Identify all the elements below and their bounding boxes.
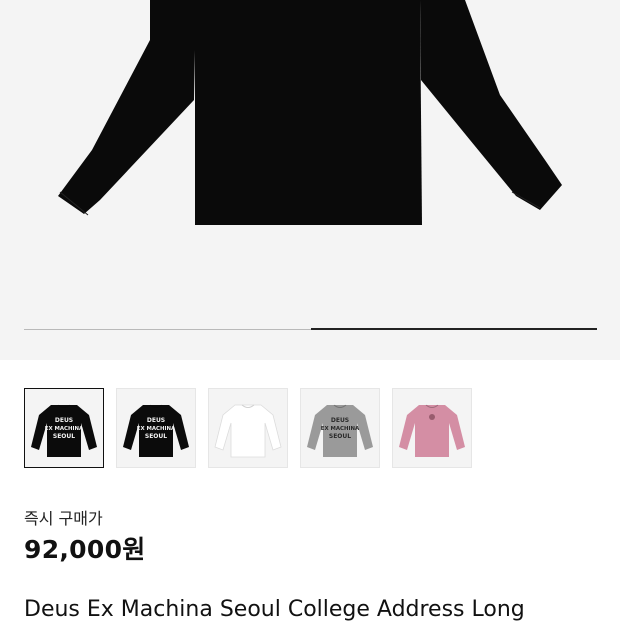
sweatshirt-body: [195, 0, 422, 225]
carousel-progress-indicator: [310, 328, 597, 330]
thumbnail-print-text: EX MACHINA: [45, 426, 84, 432]
sweatshirt-thumbnail-image: [399, 404, 465, 457]
product-title: Deus Ex Machina Seoul College Address Lo…: [24, 597, 525, 622]
thumbnail-print-text: EX MACHINA: [321, 426, 360, 432]
thumbnail-5[interactable]: [392, 388, 472, 468]
carousel-progress-track: [24, 328, 597, 330]
product-price: 92,000원: [24, 535, 146, 564]
thumbnail-print-text: SEOUL: [145, 433, 167, 440]
thumbnail-1[interactable]: DEUS EX MACHINA SEOUL: [24, 388, 104, 468]
thumbnail-4[interactable]: DEUS EX MACHINA SEOUL: [300, 388, 380, 468]
thumbnail-2[interactable]: DEUS EX MACHINA SEOUL: [116, 388, 196, 468]
sweatshirt-right-sleeve: [420, 0, 562, 210]
thumbnail-print-text: DEUS: [55, 417, 73, 424]
price-label: 즉시 구매가: [24, 509, 103, 528]
sweatshirt-thumbnail-image: DEUS EX MACHINASEOUL: [307, 404, 373, 457]
product-image-carousel[interactable]: [0, 0, 620, 360]
sweatshirt-main-image: [58, 0, 562, 225]
thumbnail-3[interactable]: [208, 388, 288, 468]
thumbnail-print-text: SEOUL: [329, 433, 351, 440]
logo-emblem-icon: [429, 414, 435, 420]
sweatshirt-thumbnail-image: DEUS EX MACHINASEOUL: [123, 404, 189, 457]
thumbnail-print-text: DEUS: [331, 417, 349, 424]
thumbnail-print-text: SEOUL: [53, 433, 75, 440]
thumbnail-strip: DEUS EX MACHINA SEOUL DEUS EX MACHINA SEOUL DE…: [24, 388, 472, 468]
sweatshirt-thumbnail-image: [214, 404, 282, 458]
thumbnail-print-text: EX MACHINA: [137, 426, 176, 432]
sweatshirt-thumbnail-image: DEUS EX MACHINASEOUL: [31, 404, 97, 457]
thumbnail-print-text: DEUS: [147, 417, 165, 424]
sweatshirt-left-sleeve: [58, 0, 196, 214]
